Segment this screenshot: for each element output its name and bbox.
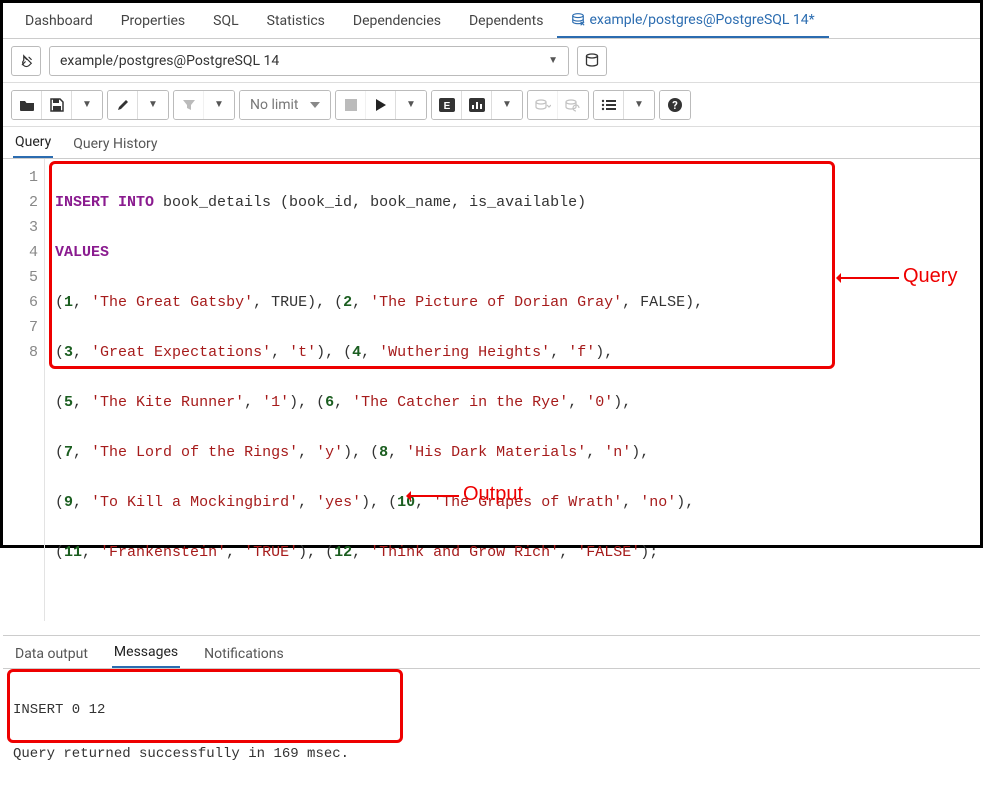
top-tabs: Dashboard Properties SQL Statistics Depe… [3, 3, 980, 39]
chevron-down-icon: ▼ [406, 99, 416, 110]
chevron-down-icon: ▼ [148, 99, 158, 110]
edit-dropdown[interactable]: ▼ [138, 91, 168, 119]
analyze-icon [469, 98, 485, 112]
save-dropdown[interactable]: ▼ [72, 91, 102, 119]
filter-icon [182, 98, 196, 112]
tab-query-tool-label: example/postgres@PostgreSQL 14* [589, 12, 814, 28]
explain-icon: E [439, 98, 455, 112]
limit-label: No limit [250, 97, 299, 113]
explain-button[interactable]: E [432, 91, 462, 119]
macros-dropdown[interactable]: ▼ [624, 91, 654, 119]
chevron-down-icon: ▼ [548, 55, 558, 66]
tab-query-tool[interactable]: example/postgres@PostgreSQL 14* [557, 4, 828, 38]
folder-icon [19, 98, 35, 112]
explain-dropdown[interactable]: ▼ [492, 91, 522, 119]
limit-select[interactable]: No limit [240, 91, 330, 119]
filter-button[interactable] [174, 91, 204, 119]
chevron-down-icon: ▼ [634, 99, 644, 110]
execute-button[interactable] [366, 91, 396, 119]
new-connection-button[interactable] [577, 46, 607, 76]
server-icon [584, 53, 600, 69]
chevron-down-icon: ▼ [82, 99, 92, 110]
dropdown-icon [310, 102, 320, 108]
sql-editor[interactable]: 1 2 3 4 5 6 7 8 INSERT INTO book_details… [3, 159, 980, 621]
connection-label: example/postgres@PostgreSQL 14 [60, 53, 279, 69]
tab-statistics[interactable]: Statistics [253, 5, 339, 37]
filter-dropdown[interactable]: ▼ [204, 91, 234, 119]
tab-data-output[interactable]: Data output [13, 640, 90, 668]
connection-bar: example/postgres@PostgreSQL 14 ▼ [3, 39, 980, 83]
help-icon: ? [667, 97, 683, 113]
toolbar: ▼ ▼ ▼ No limit ▼ E ▼ ▼ ? [3, 83, 980, 127]
line-number: 8 [9, 340, 38, 365]
tab-dependents[interactable]: Dependents [455, 5, 557, 37]
tab-dashboard[interactable]: Dashboard [11, 5, 107, 37]
editor-tabs: Query Query History [3, 127, 980, 159]
open-file-button[interactable] [12, 91, 42, 119]
line-number: 1 [9, 165, 38, 190]
sql-code[interactable]: INSERT INTO book_details (book_id, book_… [45, 159, 713, 621]
line-number: 4 [9, 240, 38, 265]
save-icon [50, 98, 64, 112]
line-number: 2 [9, 190, 38, 215]
tab-sql[interactable]: SQL [199, 5, 252, 37]
output-line: Query returned successfully in 169 msec. [13, 746, 349, 762]
save-button[interactable] [42, 91, 72, 119]
chevron-down-icon: ▼ [214, 99, 224, 110]
connection-select[interactable]: example/postgres@PostgreSQL 14 ▼ [49, 46, 569, 76]
output-tabs: Data output Messages Notifications [3, 635, 980, 669]
macros-button[interactable] [594, 91, 624, 119]
play-icon [375, 98, 387, 112]
line-number: 5 [9, 265, 38, 290]
connection-status-button[interactable] [11, 46, 41, 76]
commit-icon [535, 98, 551, 112]
line-gutter: 1 2 3 4 5 6 7 8 [3, 159, 45, 621]
line-number: 6 [9, 290, 38, 315]
svg-text:?: ? [672, 99, 678, 112]
pencil-icon [116, 98, 130, 112]
tab-dependencies[interactable]: Dependencies [339, 5, 455, 37]
plug-icon [17, 52, 35, 70]
tab-properties[interactable]: Properties [107, 5, 199, 37]
database-icon [571, 13, 585, 27]
messages-output: INSERT 0 12 Query returned successfully … [3, 669, 980, 795]
chevron-down-icon: ▼ [502, 99, 512, 110]
tab-query[interactable]: Query [13, 128, 53, 158]
line-number: 3 [9, 215, 38, 240]
output-line: INSERT 0 12 [13, 702, 105, 718]
tab-messages[interactable]: Messages [112, 638, 180, 668]
line-number: 7 [9, 315, 38, 340]
rollback-button[interactable] [558, 91, 588, 119]
tab-query-history[interactable]: Query History [71, 130, 159, 158]
stop-button[interactable] [336, 91, 366, 119]
commit-button[interactable] [528, 91, 558, 119]
svg-text:E: E [443, 101, 450, 112]
execute-dropdown[interactable]: ▼ [396, 91, 426, 119]
tab-notifications[interactable]: Notifications [202, 640, 286, 668]
help-button[interactable]: ? [660, 91, 690, 119]
list-icon [601, 99, 617, 111]
stop-icon [345, 99, 357, 111]
edit-button[interactable] [108, 91, 138, 119]
explain-analyze-button[interactable] [462, 91, 492, 119]
rollback-icon [565, 98, 581, 112]
